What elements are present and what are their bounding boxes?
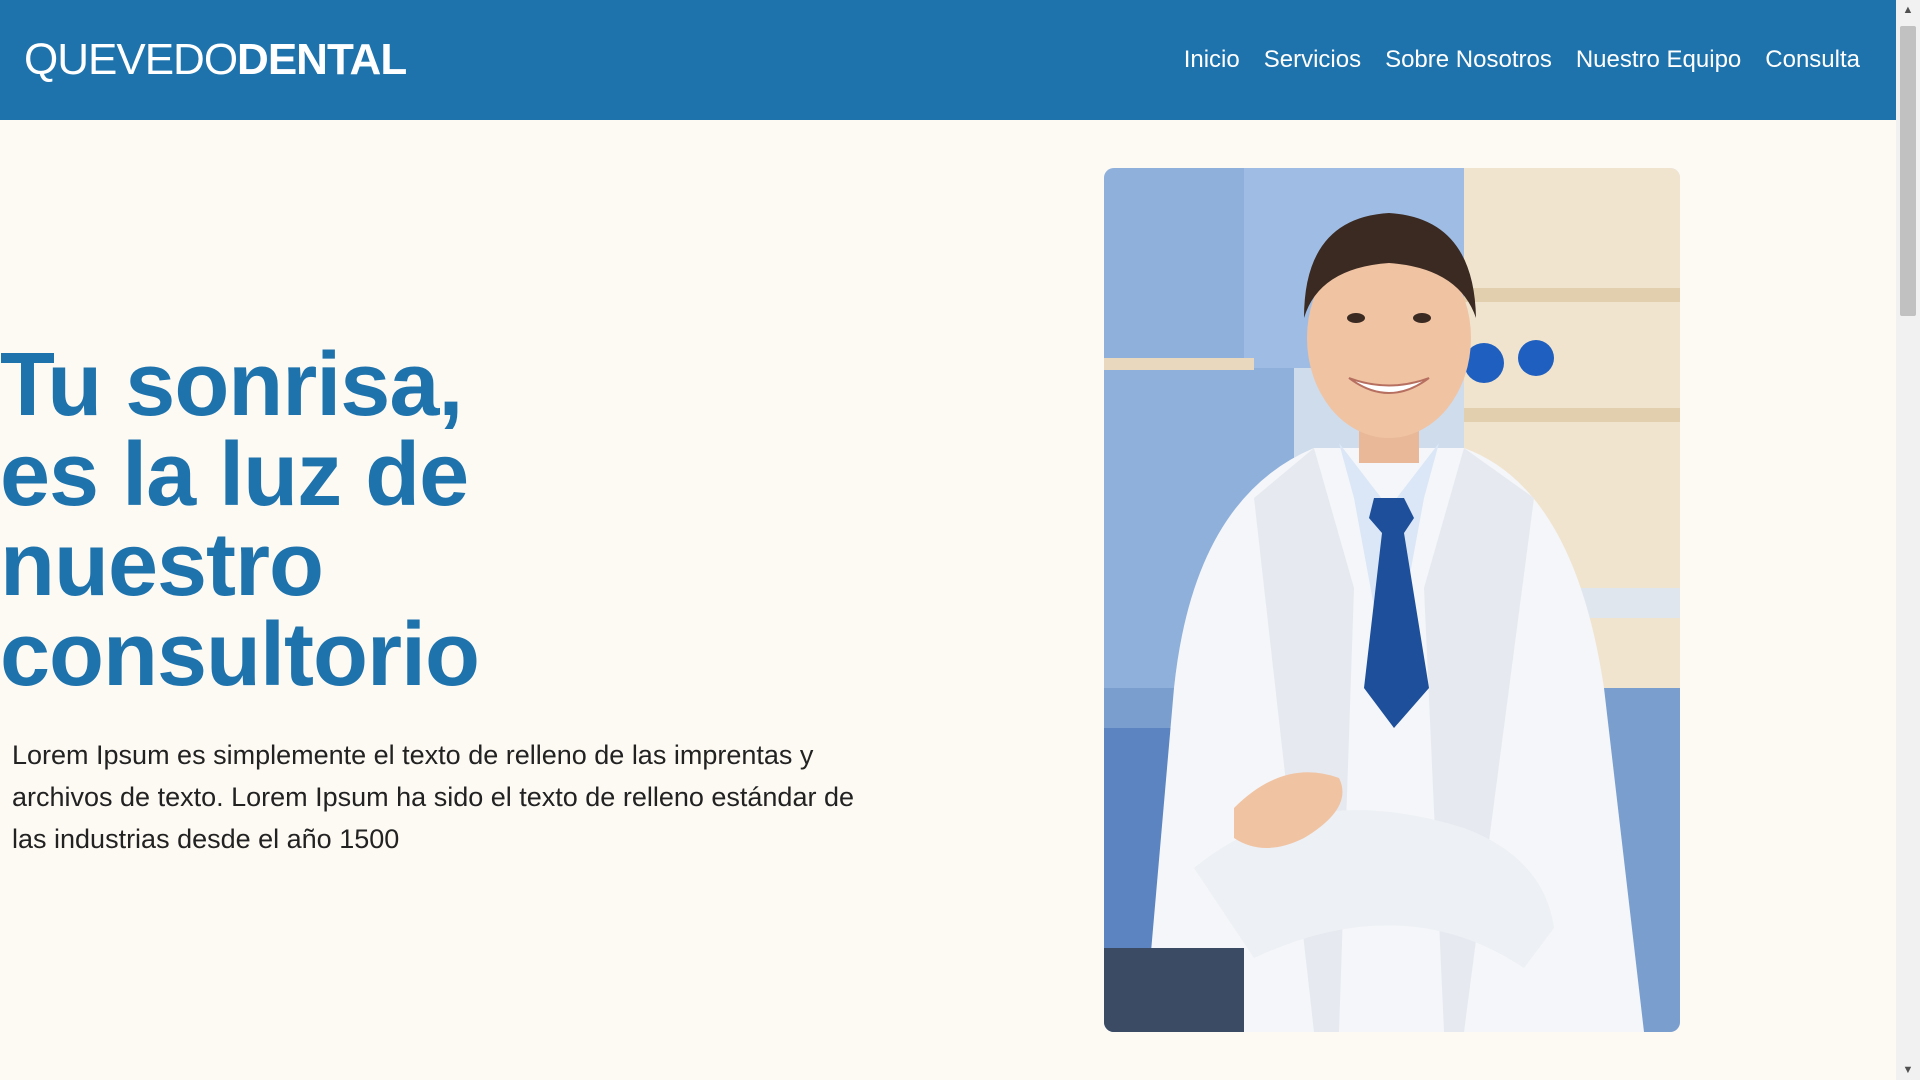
- brand-logo-light: QUEVEDO: [24, 35, 238, 84]
- triangle-down-icon[interactable]: ▼: [1896, 1060, 1920, 1080]
- site-header: QUEVEDODENTAL Inicio Servicios Sobre Nos…: [0, 0, 1896, 120]
- brand-logo-bold: DENTAL: [237, 35, 407, 84]
- nav-item-consulta[interactable]: Consulta: [1765, 48, 1860, 72]
- page: QUEVEDODENTAL Inicio Servicios Sobre Nos…: [0, 0, 1920, 1080]
- nav-item-sobre-nosotros[interactable]: Sobre Nosotros: [1385, 48, 1552, 72]
- page-scrollbar[interactable]: ▲ ▼: [1896, 0, 1920, 1080]
- dentist-photo: [1104, 168, 1680, 1032]
- hero-title-line: Tu sonrisa,: [0, 335, 463, 435]
- hero-description: Lorem Ipsum es simplemente el texto de r…: [12, 740, 854, 854]
- brand-logo[interactable]: QUEVEDODENTAL: [24, 35, 407, 84]
- hero-title-line: nuestro: [0, 515, 324, 615]
- nav-item-nuestro-equipo[interactable]: Nuestro Equipo: [1576, 48, 1741, 72]
- hero-title: Tu sonrisa, es la luz de nuestro consult…: [0, 340, 560, 700]
- hero-title-line: es la luz de: [0, 425, 469, 525]
- nav-item-servicios[interactable]: Servicios: [1264, 48, 1361, 72]
- dentist-photo-illustration: [1104, 168, 1680, 1032]
- triangle-up-icon[interactable]: ▲: [1896, 0, 1920, 20]
- hero-title-line: consultorio: [0, 605, 480, 705]
- main-nav: Inicio Servicios Sobre Nosotros Nuestro …: [1184, 48, 1860, 72]
- scrollbar-thumb[interactable]: [1900, 26, 1916, 316]
- nav-item-inicio[interactable]: Inicio: [1184, 48, 1240, 72]
